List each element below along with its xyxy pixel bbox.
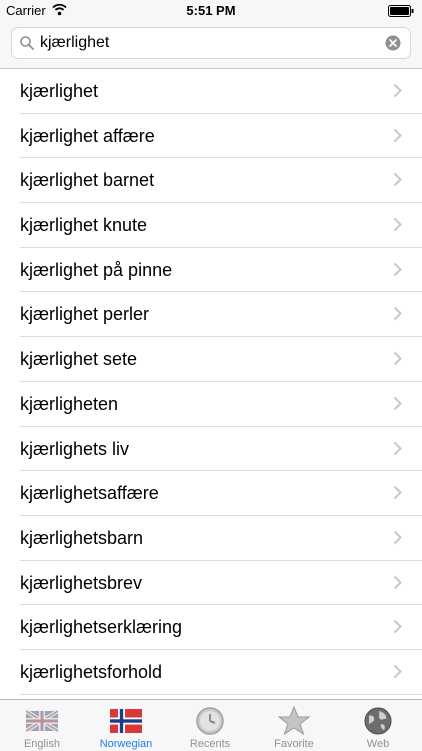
chevron-right-icon [393,575,402,589]
list-item[interactable]: kjærlighet på pinne [20,248,422,293]
globe-icon [364,707,392,735]
chevron-right-icon [393,351,402,366]
list-item[interactable]: kjærlighet [20,69,422,114]
list-item[interactable]: kjærlighetsbrev [20,561,422,606]
chevron-right-icon [393,620,402,634]
list-item-label: kjærlighetsbrev [20,572,143,593]
status-time: 5:51 PM [186,3,236,18]
chevron-right-icon [393,217,402,232]
tab-label: Favorite [274,738,314,750]
search-bar [0,22,422,69]
list-item-label: kjærlighetsforhold [20,661,163,682]
norway-flag-icon [110,709,142,733]
list-item[interactable]: kjærlighet sete [20,337,422,382]
list-item-label: kjærlighet barnet [20,170,155,191]
status-bar: Carrier 5:51 PM [0,0,422,22]
tab-recents[interactable]: Recents [168,700,252,751]
uk-flag-icon [26,709,58,733]
chevron-right-icon [393,664,402,679]
tab-label: Recents [189,738,231,750]
list-item[interactable]: kjærlighet barnet [20,158,422,204]
clear-search-icon[interactable] [385,35,401,51]
tab-bar: English Norwegian Recents Favorite Web [0,699,422,751]
list-item[interactable]: kjærlighet knute [20,203,422,248]
list-item-label: kjærlighetsbarn [20,527,144,548]
list-item[interactable]: kjærlighetsaffære [20,471,422,516]
chevron-right-icon [393,307,402,321]
list-item[interactable]: kjærlighets liv [20,427,422,472]
list-item-label: kjærlighetsaffære [20,483,159,504]
clock-icon [196,707,224,735]
tab-web[interactable]: Web [336,700,420,751]
search-field-container[interactable] [12,28,410,58]
list-item-label: kjærlighetserklæring [20,617,183,638]
list-item-label: kjærlighet knute [20,215,148,236]
tab-label: Web [366,738,390,750]
list-item-label: kjærlighet sete [20,349,138,370]
list-item-label: kjærligheten [20,393,119,414]
list-item-label: kjærlighets liv [20,438,130,459]
star-icon [278,705,310,735]
search-input[interactable] [40,32,380,54]
results-list: kjærlighet kjærlighet affære kjærlighet … [0,69,422,699]
tab-english[interactable]: English [0,700,84,751]
list-item-label: kjærlighet [20,81,99,101]
chevron-right-icon [393,173,402,187]
chevron-right-icon [393,83,402,98]
list-item[interactable]: kjærligheten [20,382,422,427]
chevron-right-icon [393,530,402,545]
list-item[interactable]: kjærlighetsbarn [20,516,422,561]
chevron-right-icon [393,485,402,500]
tab-norwegian[interactable]: Norwegian [84,700,168,751]
tab-label: Norwegian [99,738,153,750]
list-item-label: kjærlighet affære [20,125,155,146]
list-item[interactable]: kjærlighet affære [20,114,422,159]
chevron-right-icon [393,441,402,455]
search-icon [20,36,34,50]
tab-label: English [23,738,61,750]
chevron-right-icon [393,396,402,411]
battery-icon [388,5,414,17]
chevron-right-icon [393,128,402,142]
list-item[interactable]: kjærlighetsforhold [20,650,422,695]
list-item[interactable]: kjærlighet perler [20,292,422,338]
list-item-label: kjærlighet på pinne [20,259,173,280]
chevron-right-icon [393,262,402,276]
list-item-label: kjærlighet perler [20,304,150,325]
tab-favorite[interactable]: Favorite [252,700,336,751]
list-item[interactable]: kjærlighetserklæring [20,605,422,650]
